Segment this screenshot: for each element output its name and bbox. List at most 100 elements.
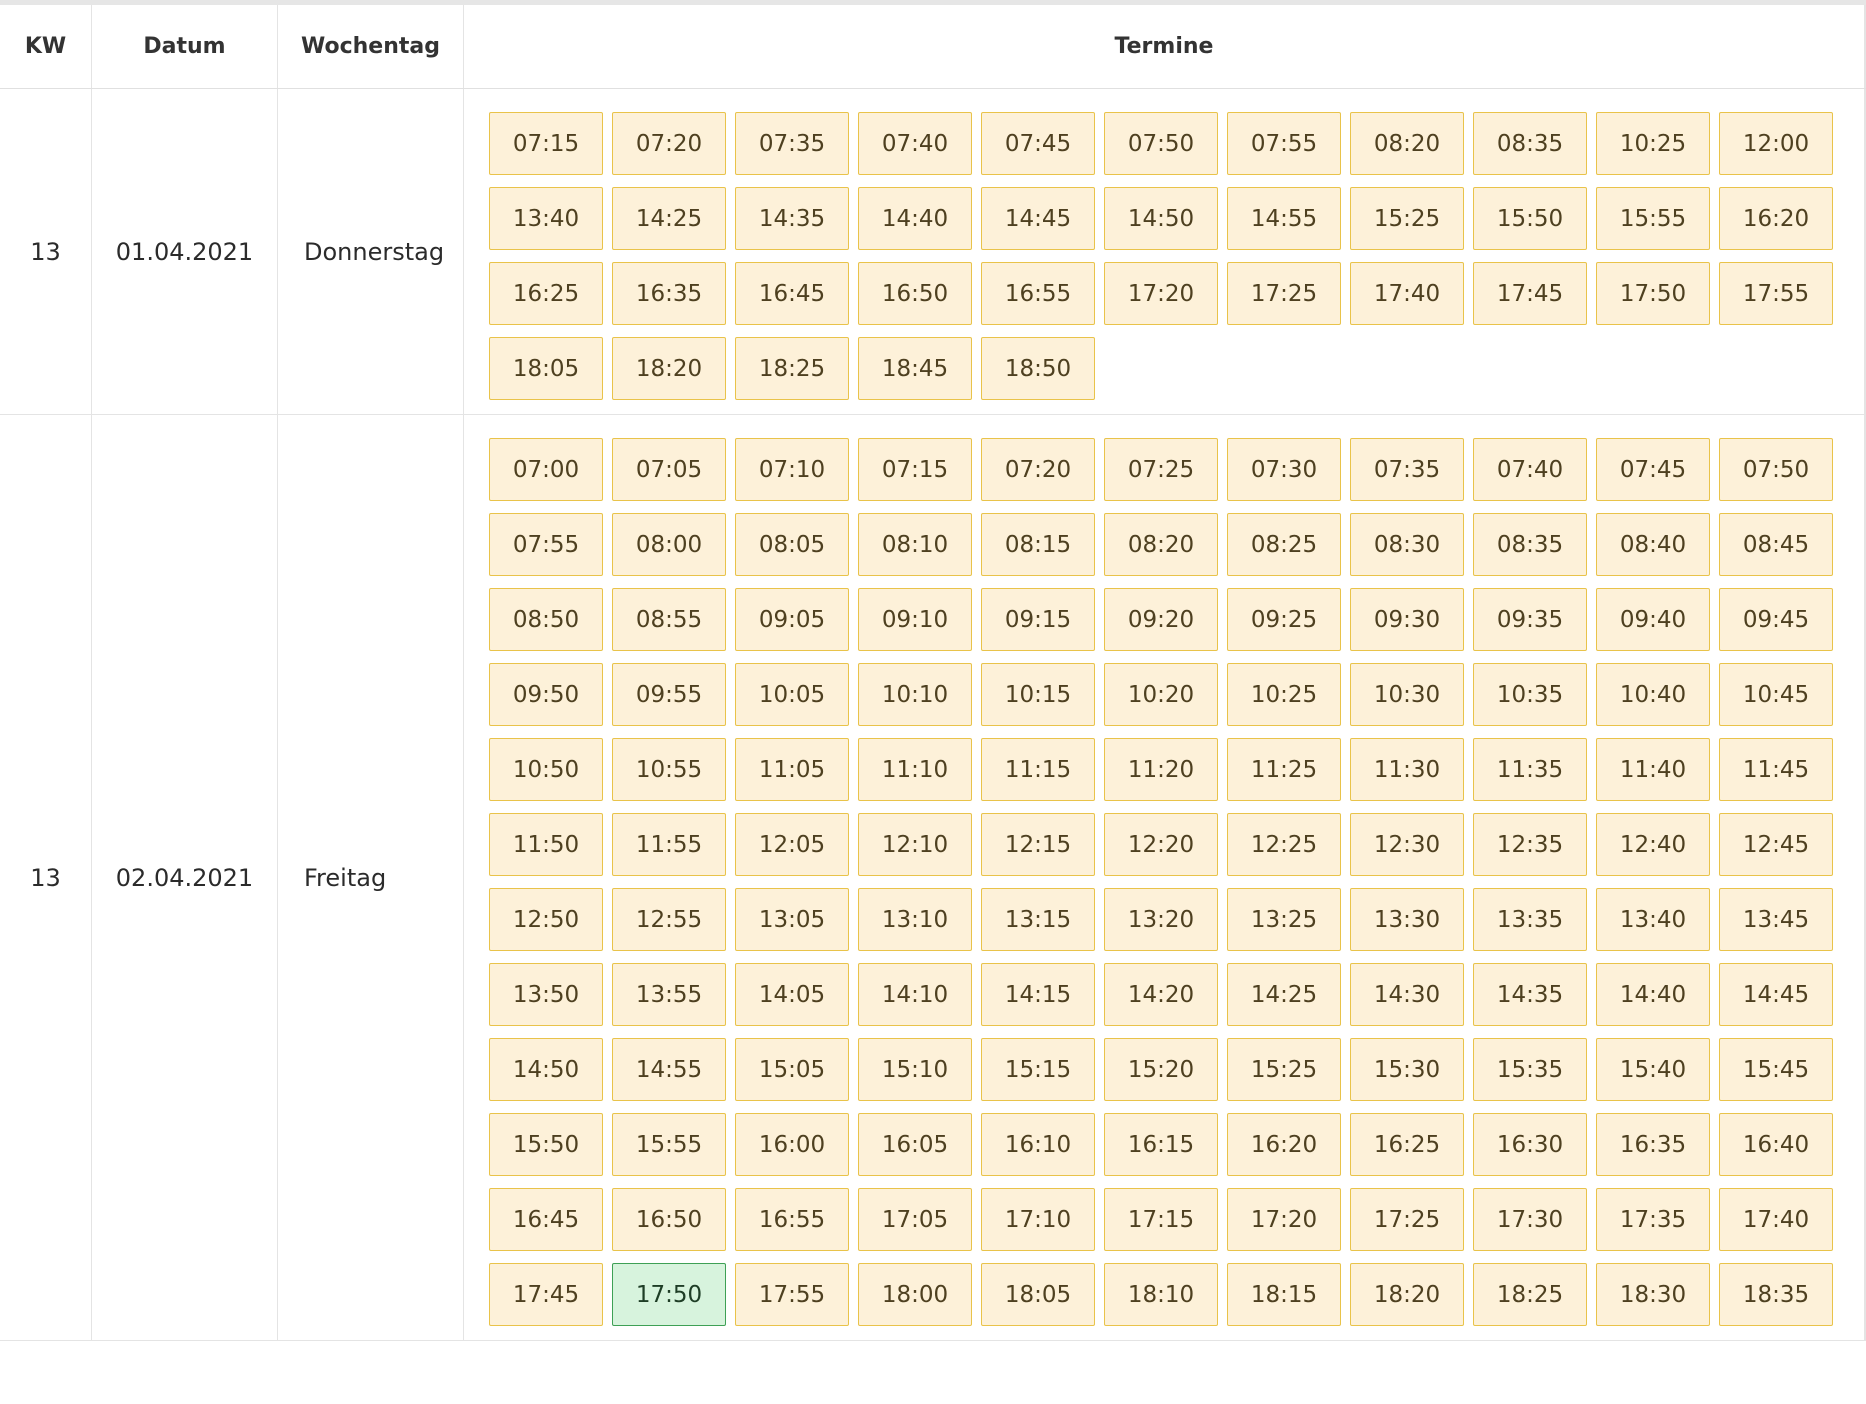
time-slot-button[interactable]: 14:35 (735, 187, 849, 250)
time-slot-button[interactable]: 13:20 (1104, 888, 1218, 951)
time-slot-button[interactable]: 11:35 (1473, 738, 1587, 801)
time-slot-button[interactable]: 13:35 (1473, 888, 1587, 951)
time-slot-button[interactable]: 14:50 (1104, 187, 1218, 250)
time-slot-button[interactable]: 10:35 (1473, 663, 1587, 726)
time-slot-button[interactable]: 13:30 (1350, 888, 1464, 951)
time-slot-button[interactable]: 16:45 (489, 1188, 603, 1251)
time-slot-button[interactable]: 18:20 (1350, 1263, 1464, 1326)
time-slot-button[interactable]: 15:20 (1104, 1038, 1218, 1101)
time-slot-button[interactable]: 11:05 (735, 738, 849, 801)
time-slot-button[interactable]: 08:55 (612, 588, 726, 651)
time-slot-button[interactable]: 18:35 (1719, 1263, 1833, 1326)
time-slot-button[interactable]: 16:00 (735, 1113, 849, 1176)
time-slot-button[interactable]: 16:05 (858, 1113, 972, 1176)
time-slot-button[interactable]: 13:15 (981, 888, 1095, 951)
time-slot-button[interactable]: 14:35 (1473, 963, 1587, 1026)
time-slot-button[interactable]: 08:20 (1350, 112, 1464, 175)
time-slot-button[interactable]: 07:25 (1104, 438, 1218, 501)
time-slot-button[interactable]: 08:00 (612, 513, 726, 576)
time-slot-button[interactable]: 15:10 (858, 1038, 972, 1101)
time-slot-button[interactable]: 17:55 (1719, 262, 1833, 325)
time-slot-button[interactable]: 09:55 (612, 663, 726, 726)
time-slot-button[interactable]: 07:50 (1719, 438, 1833, 501)
time-slot-button[interactable]: 18:00 (858, 1263, 972, 1326)
time-slot-button[interactable]: 18:10 (1104, 1263, 1218, 1326)
time-slot-button-selected[interactable]: 17:50 (612, 1263, 726, 1326)
time-slot-button[interactable]: 07:45 (1596, 438, 1710, 501)
time-slot-button[interactable]: 14:15 (981, 963, 1095, 1026)
time-slot-button[interactable]: 16:35 (612, 262, 726, 325)
time-slot-button[interactable]: 15:50 (489, 1113, 603, 1176)
time-slot-button[interactable]: 07:40 (858, 112, 972, 175)
time-slot-button[interactable]: 07:40 (1473, 438, 1587, 501)
time-slot-button[interactable]: 10:25 (1227, 663, 1341, 726)
time-slot-button[interactable]: 14:25 (612, 187, 726, 250)
time-slot-button[interactable]: 08:25 (1227, 513, 1341, 576)
time-slot-button[interactable]: 09:45 (1719, 588, 1833, 651)
time-slot-button[interactable]: 14:40 (858, 187, 972, 250)
time-slot-button[interactable]: 14:45 (1719, 963, 1833, 1026)
time-slot-button[interactable]: 14:05 (735, 963, 849, 1026)
time-slot-button[interactable]: 14:50 (489, 1038, 603, 1101)
time-slot-button[interactable]: 12:50 (489, 888, 603, 951)
time-slot-button[interactable]: 17:20 (1104, 262, 1218, 325)
time-slot-button[interactable]: 15:55 (1596, 187, 1710, 250)
time-slot-button[interactable]: 08:10 (858, 513, 972, 576)
time-slot-button[interactable]: 10:45 (1719, 663, 1833, 726)
time-slot-button[interactable]: 16:50 (612, 1188, 726, 1251)
time-slot-button[interactable]: 15:40 (1596, 1038, 1710, 1101)
time-slot-button[interactable]: 10:40 (1596, 663, 1710, 726)
time-slot-button[interactable]: 17:25 (1227, 262, 1341, 325)
time-slot-button[interactable]: 18:05 (981, 1263, 1095, 1326)
time-slot-button[interactable]: 11:15 (981, 738, 1095, 801)
time-slot-button[interactable]: 08:30 (1350, 513, 1464, 576)
time-slot-button[interactable]: 07:20 (981, 438, 1095, 501)
time-slot-button[interactable]: 09:25 (1227, 588, 1341, 651)
time-slot-button[interactable]: 13:40 (489, 187, 603, 250)
time-slot-button[interactable]: 17:20 (1227, 1188, 1341, 1251)
time-slot-button[interactable]: 12:30 (1350, 813, 1464, 876)
time-slot-button[interactable]: 14:10 (858, 963, 972, 1026)
time-slot-button[interactable]: 16:55 (981, 262, 1095, 325)
time-slot-button[interactable]: 12:00 (1719, 112, 1833, 175)
time-slot-button[interactable]: 17:05 (858, 1188, 972, 1251)
time-slot-button[interactable]: 09:20 (1104, 588, 1218, 651)
time-slot-button[interactable]: 12:20 (1104, 813, 1218, 876)
time-slot-button[interactable]: 11:50 (489, 813, 603, 876)
time-slot-button[interactable]: 11:10 (858, 738, 972, 801)
time-slot-button[interactable]: 13:55 (612, 963, 726, 1026)
time-slot-button[interactable]: 10:10 (858, 663, 972, 726)
time-slot-button[interactable]: 17:35 (1596, 1188, 1710, 1251)
time-slot-button[interactable]: 17:45 (489, 1263, 603, 1326)
time-slot-button[interactable]: 17:40 (1350, 262, 1464, 325)
time-slot-button[interactable]: 18:15 (1227, 1263, 1341, 1326)
time-slot-button[interactable]: 11:20 (1104, 738, 1218, 801)
time-slot-button[interactable]: 12:05 (735, 813, 849, 876)
time-slot-button[interactable]: 08:35 (1473, 513, 1587, 576)
time-slot-button[interactable]: 15:45 (1719, 1038, 1833, 1101)
time-slot-button[interactable]: 18:25 (1473, 1263, 1587, 1326)
time-slot-button[interactable]: 09:30 (1350, 588, 1464, 651)
time-slot-button[interactable]: 11:45 (1719, 738, 1833, 801)
time-slot-button[interactable]: 10:50 (489, 738, 603, 801)
time-slot-button[interactable]: 12:15 (981, 813, 1095, 876)
time-slot-button[interactable]: 15:30 (1350, 1038, 1464, 1101)
time-slot-button[interactable]: 15:25 (1350, 187, 1464, 250)
time-slot-button[interactable]: 07:10 (735, 438, 849, 501)
time-slot-button[interactable]: 17:10 (981, 1188, 1095, 1251)
time-slot-button[interactable]: 13:45 (1719, 888, 1833, 951)
time-slot-button[interactable]: 15:55 (612, 1113, 726, 1176)
time-slot-button[interactable]: 11:55 (612, 813, 726, 876)
time-slot-button[interactable]: 16:20 (1719, 187, 1833, 250)
time-slot-button[interactable]: 07:05 (612, 438, 726, 501)
time-slot-button[interactable]: 15:25 (1227, 1038, 1341, 1101)
time-slot-button[interactable]: 12:40 (1596, 813, 1710, 876)
time-slot-button[interactable]: 07:35 (735, 112, 849, 175)
time-slot-button[interactable]: 09:10 (858, 588, 972, 651)
time-slot-button[interactable]: 18:05 (489, 337, 603, 400)
time-slot-button[interactable]: 17:55 (735, 1263, 849, 1326)
time-slot-button[interactable]: 07:35 (1350, 438, 1464, 501)
time-slot-button[interactable]: 15:35 (1473, 1038, 1587, 1101)
time-slot-button[interactable]: 13:40 (1596, 888, 1710, 951)
time-slot-button[interactable]: 08:35 (1473, 112, 1587, 175)
